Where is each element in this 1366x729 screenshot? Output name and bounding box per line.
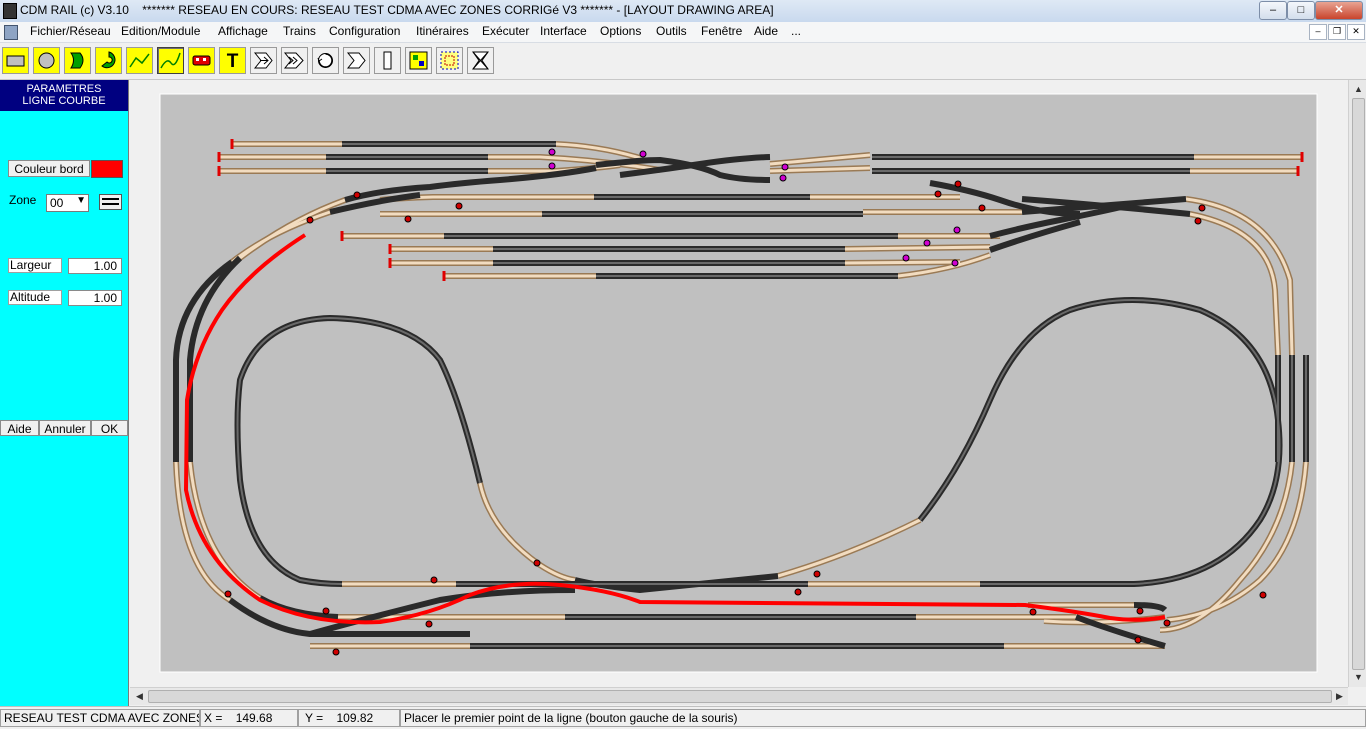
parameter-panel: PARAMETRES LIGNE COURBE Couleur bord Zon…	[0, 80, 129, 706]
menu-affichage[interactable]: Affichage	[216, 24, 270, 38]
double-turnout-tool-icon[interactable]	[281, 47, 308, 74]
help-button[interactable]: Aide	[0, 420, 39, 436]
curve-right-tool-icon[interactable]	[64, 47, 91, 74]
menu-trains[interactable]: Trains	[281, 24, 318, 38]
status-y-coordinate: Y = 109.82	[298, 709, 400, 727]
menu-options[interactable]: Options	[598, 24, 643, 38]
straight-line-tool-icon[interactable]	[126, 47, 153, 74]
status-bar: RESEAU TEST CDMA AVEC ZONES CC X = 149.6…	[0, 706, 1366, 729]
width-input[interactable]: 1.00	[68, 258, 122, 274]
arrow-tool-icon[interactable]	[343, 47, 370, 74]
menu-more[interactable]: ...	[789, 24, 803, 38]
border-color-button[interactable]: Couleur bord	[8, 160, 90, 177]
horizontal-scrollbar[interactable]: ◀ ▶	[130, 687, 1348, 705]
scroll-right-icon[interactable]: ▶	[1336, 691, 1343, 702]
panel-title: PARAMETRES LIGNE COURBE	[0, 80, 128, 111]
menu-bar: Fichier/Réseau Edition/Module Affichage …	[0, 22, 1366, 43]
menu-outils[interactable]: Outils	[654, 24, 689, 38]
border-color-swatch[interactable]	[91, 160, 123, 178]
altitude-label: Altitude	[8, 290, 62, 305]
panel-title-line1: PARAMETRES	[26, 83, 102, 95]
horizontal-scroll-thumb[interactable]	[148, 690, 1332, 703]
vertical-scroll-thumb[interactable]	[1352, 98, 1365, 670]
menu-executer[interactable]: Exécuter	[480, 24, 531, 38]
curve-left-tool-icon[interactable]	[95, 47, 122, 74]
status-x-label: X =	[204, 711, 223, 725]
line-style-icon	[102, 198, 119, 205]
app-title: CDM RAIL (c) V3.10	[20, 3, 129, 17]
zone-label: Zone	[9, 193, 37, 207]
train-tool-icon[interactable]	[188, 47, 215, 74]
crossing-tool-icon[interactable]	[467, 47, 494, 74]
minimize-button[interactable]: –	[1259, 1, 1287, 20]
menu-aide[interactable]: Aide	[752, 24, 780, 38]
circle-tool-icon[interactable]	[33, 47, 60, 74]
status-x-coordinate: X = 149.68	[200, 709, 298, 727]
scroll-left-icon[interactable]: ◀	[136, 691, 143, 702]
status-y-label: Y =	[305, 711, 324, 725]
menu-fichier[interactable]: Fichier/Réseau	[28, 24, 113, 38]
toolbar: T	[0, 43, 1366, 80]
grid-tool-icon[interactable]	[436, 47, 463, 74]
width-label: Largeur	[8, 258, 62, 273]
bar-tool-icon[interactable]	[374, 47, 401, 74]
ok-button[interactable]: OK	[91, 420, 128, 436]
status-hint: Placer le premier point de la ligne (bou…	[400, 709, 1366, 727]
drawing-area[interactable]	[130, 80, 1348, 687]
menu-fenetre[interactable]: Fenêtre	[699, 24, 744, 38]
title-bar: CDM RAIL (c) V3.10 ******* RESEAU EN COU…	[0, 0, 1366, 23]
text-tool-icon[interactable]: T	[219, 47, 246, 74]
panel-title-line2: LIGNE COURBE	[22, 95, 106, 107]
status-y-value: 109.82	[336, 711, 374, 725]
close-button[interactable]: ✕	[1315, 1, 1363, 20]
window-title: CDM RAIL (c) V3.10 ******* RESEAU EN COU…	[20, 3, 774, 17]
status-x-value: 149.68	[235, 711, 273, 725]
turntable-tool-icon[interactable]	[312, 47, 339, 74]
turnout-tool-icon[interactable]	[250, 47, 277, 74]
scroll-down-icon[interactable]: ▼	[1354, 672, 1363, 682]
status-network-name: RESEAU TEST CDMA AVEC ZONES CC	[0, 709, 200, 727]
maximize-button[interactable]: □	[1287, 1, 1315, 20]
altitude-input[interactable]: 1.00	[68, 290, 122, 306]
menu-interface[interactable]: Interface	[538, 24, 589, 38]
mdi-close-button[interactable]: ✕	[1347, 24, 1365, 40]
curved-line-tool-icon[interactable]	[157, 47, 184, 74]
layout-canvas[interactable]	[130, 80, 1348, 687]
network-title: ******* RESEAU EN COURS: RESEAU TEST CDM…	[142, 3, 774, 17]
signal-tool-icon[interactable]	[405, 47, 432, 74]
menu-itineraires[interactable]: Itinéraires	[414, 24, 471, 38]
cancel-button[interactable]: Annuler	[39, 420, 91, 436]
mdi-minimize-button[interactable]: –	[1309, 24, 1327, 40]
line-style-button[interactable]	[99, 194, 122, 210]
menu-configuration[interactable]: Configuration	[327, 24, 402, 38]
zone-select[interactable]: 00 ▼	[46, 194, 89, 212]
scroll-up-icon[interactable]: ▲	[1354, 84, 1363, 94]
app-icon[interactable]	[3, 3, 17, 19]
text-tool-glyph: T	[227, 51, 239, 72]
mdi-restore-button[interactable]: ❐	[1328, 24, 1346, 40]
document-icon[interactable]	[4, 25, 18, 40]
zone-select-value: 00	[50, 196, 64, 210]
chevron-down-icon: ▼	[76, 195, 86, 206]
vertical-scrollbar[interactable]: ▲ ▼	[1348, 80, 1366, 687]
menu-edition[interactable]: Edition/Module	[119, 24, 202, 38]
rectangle-tool-icon[interactable]	[2, 47, 29, 74]
